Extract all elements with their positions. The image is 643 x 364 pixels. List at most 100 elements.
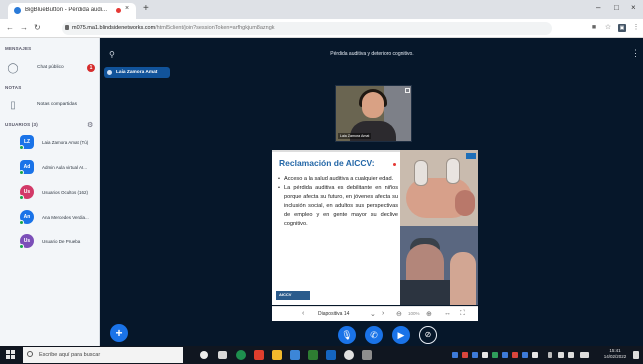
meeting-title: Pérdida auditiva y deterioro cognitivo. bbox=[330, 51, 414, 57]
tray-icon[interactable] bbox=[482, 352, 488, 358]
fullscreen-presentation-icon[interactable]: ⛶ bbox=[460, 310, 465, 318]
volume-icon[interactable] bbox=[568, 352, 574, 358]
gear-icon[interactable]: ⚙ bbox=[87, 121, 93, 129]
actions-plus-button[interactable]: + bbox=[110, 324, 128, 342]
network-icon[interactable] bbox=[558, 352, 564, 358]
browser-tab[interactable]: BigBlueButton - Pérdida audi... × bbox=[8, 3, 136, 19]
minimize-button[interactable]: – bbox=[596, 3, 600, 12]
app-icon[interactable] bbox=[362, 350, 372, 360]
user-name: Laia Zamora Amat (Tú) bbox=[42, 140, 89, 145]
forward-arrow-icon[interactable]: → bbox=[20, 23, 28, 32]
tray-icon[interactable] bbox=[522, 352, 528, 358]
slide-bullet: Acceso a la salud auditiva a cualquier e… bbox=[278, 175, 398, 184]
windows-start-icon[interactable] bbox=[6, 350, 16, 360]
tray-icon[interactable] bbox=[462, 352, 468, 358]
notifications-icon[interactable] bbox=[633, 351, 639, 359]
elderly-people-photo bbox=[400, 226, 478, 305]
screenshare-button[interactable]: ⊘ bbox=[419, 326, 437, 344]
clock-date: 14/02/2022 bbox=[603, 354, 627, 359]
webcam-video[interactable]: Laia Zamora Amat bbox=[335, 85, 412, 142]
webcam-button[interactable]: ▶ bbox=[392, 326, 410, 344]
user-name: Usuario De Prueba bbox=[42, 239, 81, 244]
url-field[interactable]: m075.ma1.blindsidenetworks.com/html5clie… bbox=[62, 22, 552, 35]
user-list-item[interactable]: Us Usuario De Prueba bbox=[4, 232, 98, 252]
close-window-button[interactable]: × bbox=[631, 3, 636, 12]
taskbar-search-box[interactable]: Escribe aquí para buscar bbox=[23, 347, 183, 363]
recording-dot-icon bbox=[116, 8, 121, 13]
task-view-icon[interactable] bbox=[218, 351, 227, 359]
file-explorer-icon[interactable] bbox=[272, 350, 282, 360]
user-list-item[interactable]: Us Usuarios Ocultos (162) bbox=[4, 183, 98, 203]
status-icon bbox=[19, 220, 24, 225]
app-icon[interactable] bbox=[308, 350, 318, 360]
user-name: Admin Aula virtual AI... bbox=[42, 165, 88, 170]
photo-hearing-aid bbox=[414, 160, 428, 186]
new-tab-button[interactable]: + bbox=[143, 3, 149, 14]
tab-title: BigBlueButton - Pérdida audi... bbox=[25, 7, 108, 13]
status-icon bbox=[19, 195, 24, 200]
edge-icon[interactable] bbox=[236, 350, 246, 360]
taskbar-clock[interactable]: 15:41 14/02/2022 bbox=[601, 348, 629, 360]
user-name: Usuarios Ocultos (162) bbox=[42, 190, 89, 195]
tray-icon[interactable] bbox=[492, 352, 498, 358]
maximize-button[interactable]: □ bbox=[614, 3, 619, 12]
fullscreen-icon[interactable] bbox=[405, 88, 410, 93]
reload-icon[interactable]: ↻ bbox=[34, 23, 41, 32]
zoom-in-icon[interactable]: ⊕ bbox=[426, 310, 432, 318]
lock-icon bbox=[65, 25, 69, 30]
language-icon[interactable] bbox=[580, 352, 589, 358]
tray-icon[interactable] bbox=[512, 352, 518, 358]
app-icon[interactable] bbox=[326, 350, 336, 360]
show-hidden-icons-icon[interactable] bbox=[548, 352, 552, 358]
user-name: Ana Mercedes Verdia... bbox=[42, 215, 89, 220]
cortana-icon[interactable] bbox=[200, 351, 208, 359]
zoom-level: 100% bbox=[408, 311, 420, 316]
messages-header: MENSAJES bbox=[5, 46, 32, 51]
users-header: USUARIOS (3) bbox=[5, 122, 38, 127]
shared-notes-label: Notas compartidas bbox=[37, 102, 77, 107]
public-chat-item[interactable]: ◯ Chat público 1 bbox=[4, 60, 96, 78]
menu-dots-icon[interactable]: ⋮ bbox=[632, 24, 640, 32]
search-icon bbox=[27, 351, 33, 357]
tray-icon[interactable] bbox=[532, 352, 538, 358]
tray-icon[interactable] bbox=[452, 352, 458, 358]
tray-icon[interactable] bbox=[502, 352, 508, 358]
photo-woman bbox=[450, 252, 476, 305]
notes-icon: ▯ bbox=[10, 100, 16, 111]
microphone-button[interactable]: 🎙 bbox=[338, 326, 356, 344]
presenter-talking-indicator[interactable]: Laia Zamora Amat bbox=[104, 67, 170, 78]
camera-permission-icon[interactable]: ■ bbox=[590, 24, 598, 32]
windows-taskbar: Escribe aquí para buscar 15:41 14/02/202… bbox=[0, 346, 643, 364]
user-list-item[interactable]: An Ana Mercedes Verdia... bbox=[4, 208, 98, 228]
next-slide-icon[interactable]: › bbox=[382, 310, 384, 317]
fit-width-icon[interactable]: ↔ bbox=[444, 310, 451, 317]
previous-slide-icon[interactable]: ‹ bbox=[302, 310, 304, 317]
extension-icon[interactable]: ▣ bbox=[618, 24, 626, 32]
slide-body: Acceso a la salud auditiva a cualquier e… bbox=[278, 175, 398, 229]
tray-icon[interactable] bbox=[472, 352, 478, 358]
public-chat-label: Chat público bbox=[37, 65, 64, 70]
url-host: m075.ma1.blindsidenetworks.com bbox=[72, 25, 156, 31]
zoom-out-icon[interactable]: ⊖ bbox=[396, 310, 402, 318]
main-area: ⚲ Pérdida auditiva y deterioro cognitivo… bbox=[101, 38, 643, 346]
photo-hearing-aid bbox=[446, 158, 460, 184]
store-icon[interactable] bbox=[290, 350, 300, 360]
presenter-name: Laia Zamora Amat bbox=[116, 70, 158, 75]
app-icon[interactable] bbox=[254, 350, 264, 360]
unread-badge: 1 bbox=[87, 64, 95, 72]
user-list-item[interactable]: LZ Laia Zamora Amat (Tú) bbox=[4, 133, 98, 153]
slide-selector[interactable]: Diapositiva 14 bbox=[318, 311, 349, 317]
shared-notes-item[interactable]: ▯ Notas compartidas bbox=[4, 97, 96, 115]
options-menu-icon[interactable]: ⋮ bbox=[631, 48, 640, 59]
hearing-aids-photo bbox=[400, 150, 478, 226]
tab-close-button[interactable]: × bbox=[125, 5, 129, 12]
minimize-presentation-icon[interactable] bbox=[466, 153, 476, 159]
slide-controls: ‹ Diapositiva 14 ⌄ › ⊖ 100% ⊕ ↔ ⛶ bbox=[272, 306, 478, 321]
phone-button[interactable]: ✆ bbox=[365, 326, 383, 344]
pointer-dot-icon bbox=[393, 163, 396, 166]
chrome-icon[interactable] bbox=[344, 350, 354, 360]
back-arrow-icon[interactable]: ← bbox=[6, 23, 14, 32]
star-icon[interactable]: ☆ bbox=[604, 24, 612, 32]
user-list-item[interactable]: Ad Admin Aula virtual AI... bbox=[4, 158, 98, 178]
chat-bubble-icon: ◯ bbox=[7, 63, 19, 74]
